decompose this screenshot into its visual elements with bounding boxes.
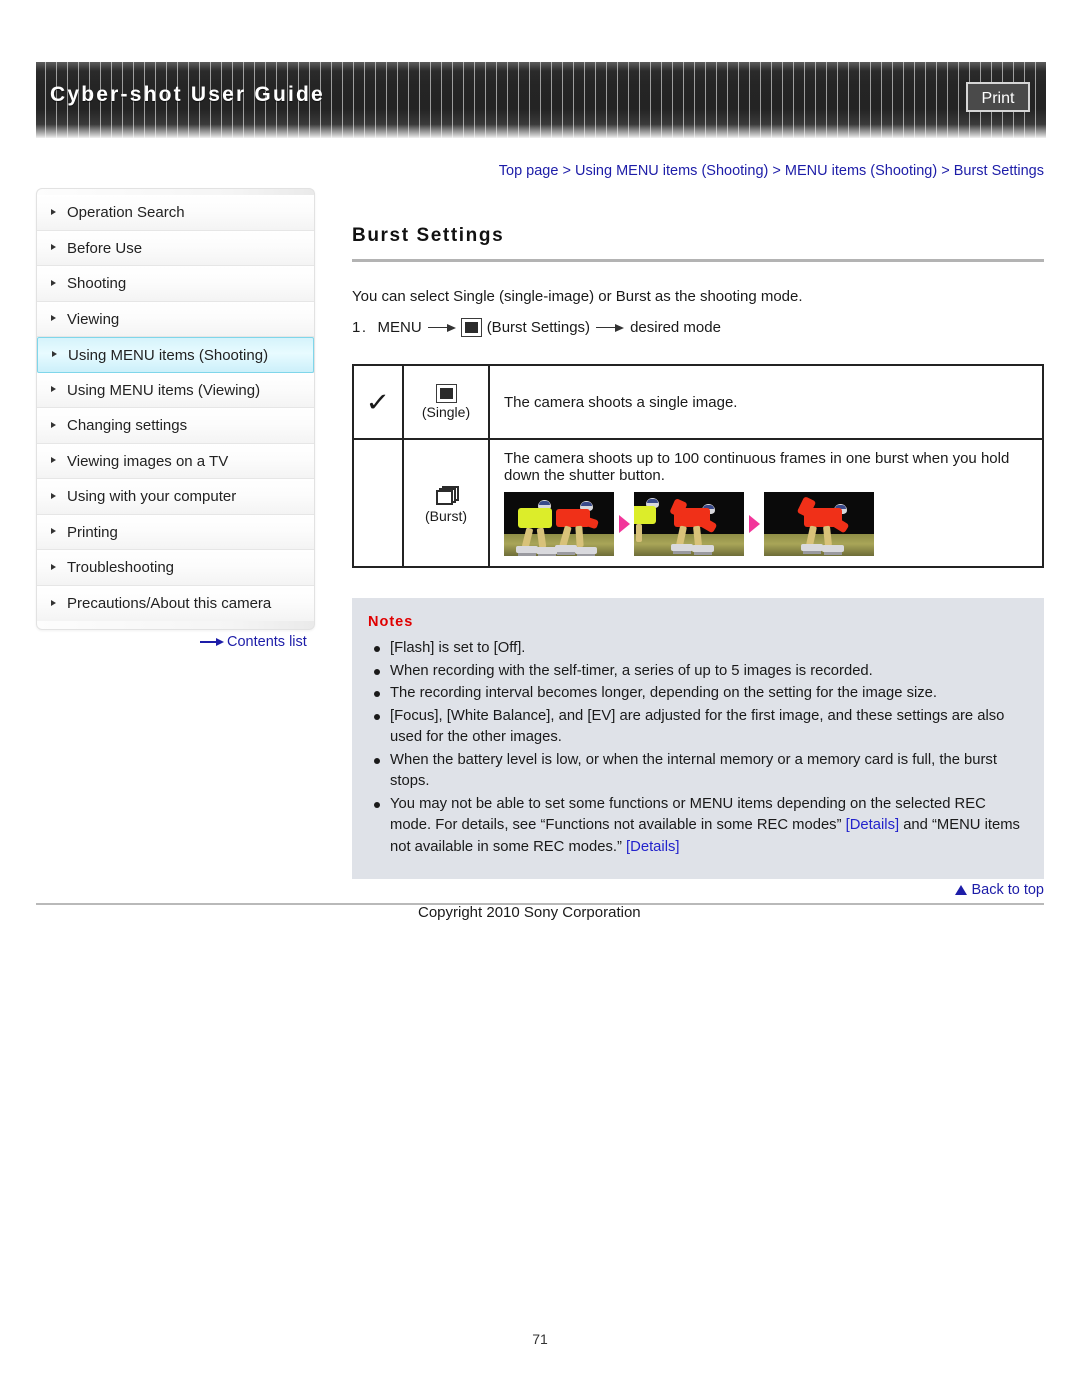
triangle-right-icon	[51, 457, 56, 464]
sidebar-item-operation-search[interactable]: Operation Search	[37, 195, 314, 231]
mode-icon-cell: (Burst)	[402, 438, 490, 568]
breadcrumb-item-top-page[interactable]: Top page	[499, 163, 559, 179]
note-item: You may not be able to set some function…	[368, 794, 1026, 859]
breadcrumb-separator: >	[768, 163, 785, 179]
sidebar-item-label: Changing settings	[67, 417, 188, 434]
burst-image-sequence	[504, 492, 1028, 556]
triangle-right-icon	[51, 563, 56, 570]
burst-frame-3	[764, 492, 874, 556]
sidebar-item-printing[interactable]: Printing	[37, 514, 314, 550]
triangle-right-icon	[51, 492, 56, 499]
notes-box: Notes [Flash] is set to [Off]. When reco…	[352, 598, 1044, 879]
breadcrumb-item-menu-items-shooting[interactable]: MENU items (Shooting)	[785, 163, 937, 179]
sidebar-item-precautions-about-this-camera[interactable]: Precautions/About this camera	[37, 585, 314, 621]
sidebar-item-label: Printing	[67, 523, 118, 541]
sidebar-item-label: Precautions/About this camera	[67, 594, 272, 612]
breadcrumb-separator: >	[558, 163, 575, 179]
back-to-top-link[interactable]: Back to top	[0, 882, 1044, 898]
note-item: When recording with the self-timer, a se…	[368, 661, 1026, 683]
sidebar-item-shooting[interactable]: Shooting	[37, 266, 314, 302]
note-item: When the battery level is low, or when t…	[368, 750, 1026, 793]
breadcrumb-separator: >	[937, 163, 954, 179]
selected-check-cell: ✓	[352, 364, 404, 440]
note-item: The recording interval becomes longer, d…	[368, 683, 1026, 705]
sidebar-item-viewing-images-on-a-tv[interactable]: Viewing images on a TV	[37, 443, 314, 479]
sidebar-item-using-menu-items-shooting[interactable]: Using MENU items (Shooting)	[37, 337, 314, 373]
mode-description-text: The camera shoots up to 100 continuous f…	[504, 450, 1010, 484]
sidebar-item-label: Using MENU items (Shooting)	[68, 347, 269, 364]
notes-list: [Flash] is set to [Off]. When recording …	[368, 638, 1026, 858]
triangle-right-icon	[51, 279, 56, 286]
page-title: Cyber-shot User Guide	[50, 83, 325, 106]
triangle-up-icon	[955, 885, 968, 895]
step-result-label: desired mode	[630, 319, 721, 336]
sidebar-item-label: Before Use	[67, 239, 143, 257]
selected-check-cell	[352, 438, 404, 568]
mode-description-cell: The camera shoots up to 100 continuous f…	[488, 438, 1044, 568]
sidebar-item-viewing[interactable]: Viewing	[37, 301, 314, 337]
triangle-right-icon	[51, 599, 56, 606]
details-link-functions[interactable]: [Details]	[846, 817, 899, 833]
mode-description-cell: The camera shoots a single image.	[488, 364, 1044, 440]
burst-frame-1	[504, 492, 614, 556]
mode-table: ✓ (Single) The camera shoots a single im…	[352, 364, 1044, 568]
sequence-arrow-icon	[614, 492, 634, 556]
intro-paragraph: You can select Single (single-image) or …	[352, 288, 803, 305]
sidebar-item-label: Troubleshooting	[67, 559, 175, 576]
triangle-right-icon	[51, 421, 56, 428]
triangle-right-icon	[51, 528, 56, 535]
back-to-top-label: Back to top	[971, 882, 1044, 898]
check-icon: ✓	[365, 387, 391, 417]
page-number: 71	[532, 1331, 548, 1347]
arrow-right-icon	[200, 638, 224, 647]
triangle-right-icon	[51, 244, 56, 251]
burst-frame-2	[634, 492, 744, 556]
step-instruction: 1. MENU (Burst Settings) desired mode	[352, 318, 1044, 337]
note-item: [Flash] is set to [Off].	[368, 638, 1026, 660]
sidebar-item-label: Shooting	[67, 275, 127, 292]
breadcrumb-item-using-menu-items-shooting[interactable]: Using MENU items (Shooting)	[575, 163, 768, 179]
table-row: ✓ (Single) The camera shoots a single im…	[352, 364, 1044, 440]
content-heading: Burst Settings	[352, 225, 1044, 262]
step-menu-label: MENU	[377, 319, 422, 336]
triangle-right-icon	[51, 315, 56, 322]
triangle-right-icon	[51, 386, 56, 393]
sidebar-item-label: Operation Search	[67, 204, 185, 221]
sidebar-item-label: Using with your computer	[67, 488, 237, 505]
arrow-right-icon	[596, 323, 625, 333]
main-content: Burst Settings You can select Single (si…	[352, 225, 1044, 879]
triangle-right-icon	[52, 351, 57, 358]
print-button[interactable]: Print	[966, 82, 1030, 112]
step-number: 1.	[352, 319, 368, 336]
sidebar-nav: Operation Search Before Use Shooting Vie…	[36, 188, 315, 630]
arrow-right-icon	[427, 323, 456, 333]
single-image-icon	[460, 318, 482, 337]
table-row: (Burst) The camera shoots up to 100 cont…	[352, 438, 1044, 568]
sidebar-item-label: Viewing	[67, 310, 120, 328]
header-banner: Cyber-shot User Guide Print	[36, 62, 1046, 138]
sequence-arrow-icon	[744, 492, 764, 556]
sidebar-item-label: Viewing images on a TV	[67, 452, 229, 470]
mode-icon-cell: (Single)	[402, 364, 490, 440]
mode-label: (Burst)	[425, 508, 467, 524]
sidebar-item-using-menu-items-viewing[interactable]: Using MENU items (Viewing)	[37, 372, 314, 408]
sidebar-item-before-use[interactable]: Before Use	[37, 230, 314, 266]
single-image-icon	[435, 383, 457, 403]
sidebar-item-troubleshooting[interactable]: Troubleshooting	[37, 550, 314, 586]
sidebar-item-label: Using MENU items (Viewing)	[67, 381, 261, 399]
copyright-text: Copyright 2010 Sony Corporation	[418, 904, 641, 921]
triangle-right-icon	[51, 208, 56, 215]
burst-stack-icon	[433, 482, 459, 506]
contents-list-link[interactable]: Contents list	[200, 634, 307, 650]
sidebar-item-changing-settings[interactable]: Changing settings	[37, 408, 314, 444]
notes-title: Notes	[368, 614, 414, 630]
sidebar-item-using-with-your-computer[interactable]: Using with your computer	[37, 479, 314, 515]
contents-list-label: Contents list	[227, 634, 307, 650]
note-item: [Focus], [White Balance], and [EV] are a…	[368, 706, 1026, 749]
mode-label: (Single)	[421, 403, 471, 420]
step-setting-label: (Burst Settings)	[486, 319, 591, 336]
breadcrumb[interactable]: Top page > Using MENU items (Shooting) >…	[0, 163, 1044, 179]
details-link-menu-items[interactable]: [Details]	[626, 839, 679, 855]
breadcrumb-item-burst-settings: Burst Settings	[953, 163, 1044, 179]
